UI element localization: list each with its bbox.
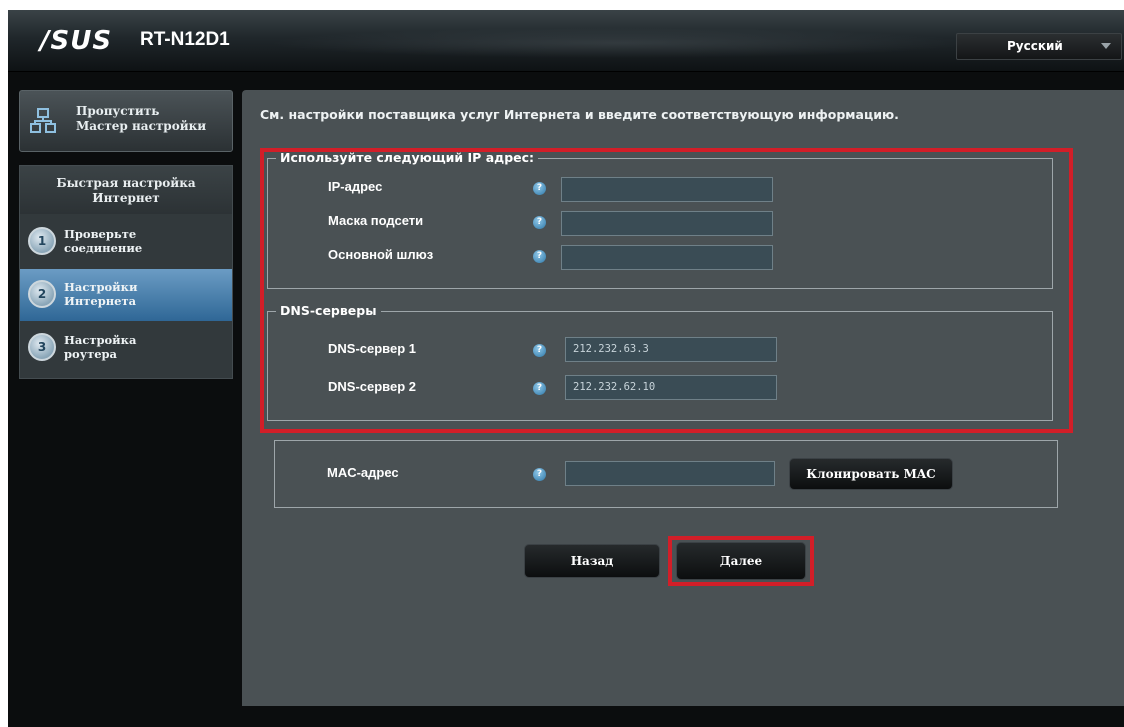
step-check-connection[interactable]: 1 Проверьте соединение: [20, 216, 232, 268]
mac-address-input[interactable]: [565, 461, 775, 486]
help-icon[interactable]: ?: [533, 468, 546, 481]
step-internet-settings[interactable]: 2 Настройки Интернета: [20, 269, 232, 321]
chevron-down-icon: [1101, 43, 1111, 49]
menu-title: Быстрая настройка Интернет: [20, 166, 232, 214]
mac-address-label: MAC-адрес: [327, 465, 399, 480]
step-number-badge: 3: [28, 333, 56, 361]
back-button[interactable]: Назад: [524, 544, 660, 578]
top-bar: /SUS RT-N12D1 Русский: [8, 10, 1124, 72]
model-name: RT-N12D1: [140, 29, 230, 50]
asus-logo: /SUS: [40, 26, 113, 56]
step-router-settings[interactable]: 3 Настройка роутера: [20, 322, 232, 374]
step-label: Настройки Интернета: [64, 280, 138, 308]
skip-wizard-button[interactable]: Пропустить Мастер настройки: [19, 90, 233, 152]
step-number-badge: 2: [28, 280, 56, 308]
router-admin-window: /SUS RT-N12D1 Русский Пропустить Мастер …: [8, 10, 1124, 727]
settings-panel: См. настройки поставщика услуг Интернета…: [242, 90, 1124, 706]
wizard-steps-menu: Быстрая настройка Интернет 1 Проверьте с…: [19, 165, 233, 379]
instruction-text: См. настройки поставщика услуг Интернета…: [260, 107, 899, 122]
highlight-ip-dns-box: [260, 148, 1073, 433]
step-number-badge: 1: [28, 227, 56, 255]
clone-mac-button[interactable]: Клонировать MAC: [789, 458, 953, 490]
step-label: Проверьте соединение: [64, 227, 143, 255]
mac-address-group: MAC-адрес ? Клонировать MAC: [274, 440, 1058, 508]
highlight-next-button: [668, 536, 814, 586]
step-label: Настройка роутера: [64, 333, 137, 361]
language-value: Русский: [1007, 39, 1063, 53]
network-icon: [30, 108, 56, 133]
language-select[interactable]: Русский: [956, 33, 1122, 60]
skip-wizard-label: Пропустить Мастер настройки: [76, 104, 207, 133]
